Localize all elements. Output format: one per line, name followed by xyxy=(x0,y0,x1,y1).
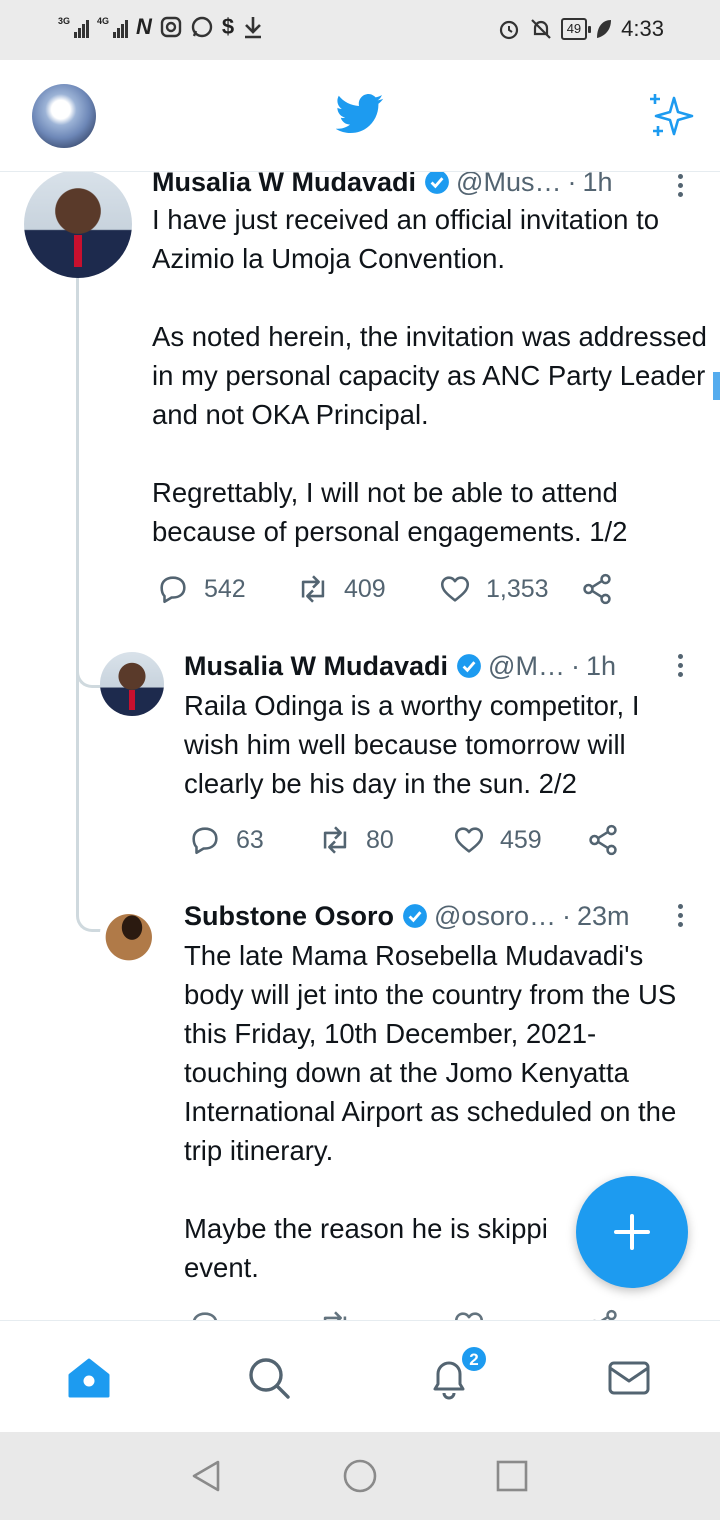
twitter-bird-icon[interactable] xyxy=(336,94,384,134)
scroll-indicator xyxy=(713,372,720,400)
whatsapp-icon xyxy=(191,16,213,38)
system-navigation-bar xyxy=(0,1432,720,1520)
more-options-icon[interactable] xyxy=(670,172,690,200)
author-name[interactable]: Musalia W Mudavadi xyxy=(184,650,448,682)
alarm-icon xyxy=(499,20,518,40)
avatar[interactable] xyxy=(24,172,132,278)
network-type-1: 3G xyxy=(58,16,71,26)
tweet-header: Musalia W Mudavadi @Mus… · 1h xyxy=(152,172,613,198)
status-time: 4:33 xyxy=(621,16,664,41)
retweet-button[interactable]: 409 xyxy=(296,572,438,606)
tweet-time[interactable]: 23m xyxy=(577,900,630,932)
home-circle-icon[interactable] xyxy=(342,1458,378,1494)
tweet-header: Substone Osoro @osoro… · 23m xyxy=(184,900,630,932)
author-handle: @Mus… xyxy=(456,172,562,197)
share-button[interactable] xyxy=(586,823,620,857)
retweet-icon xyxy=(323,826,347,854)
like-count: 1,353 xyxy=(486,574,549,603)
share-button[interactable] xyxy=(580,572,614,606)
instagram-icon xyxy=(160,16,182,38)
mute-icon xyxy=(530,19,551,39)
avatar[interactable] xyxy=(100,652,164,716)
heart-icon xyxy=(454,827,484,853)
avatar[interactable] xyxy=(100,902,164,966)
tweet-header: Musalia W Mudavadi @M… · 1h xyxy=(184,650,616,682)
like-button[interactable] xyxy=(452,1308,586,1320)
author-name[interactable]: Substone Osoro xyxy=(184,900,394,932)
reply-button[interactable] xyxy=(188,1308,318,1320)
reply-count: 63 xyxy=(236,825,264,854)
retweet-count: 409 xyxy=(344,574,386,603)
separator-dot: · xyxy=(570,651,580,681)
heart-icon xyxy=(440,576,470,602)
search-icon[interactable] xyxy=(246,1355,292,1401)
back-icon[interactable] xyxy=(188,1458,224,1494)
network-type-2: 4G xyxy=(97,16,110,26)
signal-icon: 3G xyxy=(58,16,89,38)
home-timeline[interactable]: Musalia W Mudavadi @Mus… · 1h I have jus… xyxy=(0,172,720,1320)
retweet-button[interactable]: 80 xyxy=(318,823,452,857)
compose-tweet-button[interactable] xyxy=(576,1176,688,1288)
sparkle-icon[interactable] xyxy=(646,90,696,140)
verified-badge-icon xyxy=(403,904,427,928)
messages-icon[interactable] xyxy=(606,1355,652,1401)
thread-connector xyxy=(76,732,104,932)
status-right: 49 4:33 xyxy=(497,16,664,42)
share-icon xyxy=(589,824,617,856)
author-handle: @M… xyxy=(488,651,565,681)
download-icon xyxy=(245,17,262,39)
like-button[interactable]: 1,353 xyxy=(438,572,580,606)
status-bar: 3G 4G N $ 49 4:33 xyxy=(0,0,720,60)
reply-button[interactable]: 63 xyxy=(188,823,318,857)
tweet-text: Raila Odinga is a worthy competitor, I w… xyxy=(184,690,640,799)
verified-badge-icon xyxy=(425,172,449,194)
separator-dot: · xyxy=(561,901,571,931)
retweet-icon xyxy=(323,1311,347,1320)
home-icon[interactable] xyxy=(66,1355,112,1401)
bottom-navigation: 2 xyxy=(0,1320,720,1432)
notifications-badge: 2 xyxy=(460,1345,488,1373)
leaf-icon xyxy=(597,20,612,38)
plus-icon xyxy=(614,1214,650,1250)
tweet-time[interactable]: 1h xyxy=(586,650,616,682)
separator-dot: · xyxy=(567,172,577,197)
retweet-count: 80 xyxy=(366,825,394,854)
top-app-bar xyxy=(0,60,720,172)
tweet-actions: 63 80 459 xyxy=(188,823,620,857)
battery-icon: 49 xyxy=(560,18,592,40)
tweet-time[interactable]: 1h xyxy=(582,172,612,198)
profile-avatar[interactable] xyxy=(32,84,96,148)
n-app-icon: N xyxy=(136,14,152,39)
reply-icon xyxy=(160,576,186,604)
reply-count: 542 xyxy=(204,574,246,603)
reply-button[interactable]: 542 xyxy=(156,572,296,606)
retweet-button[interactable] xyxy=(318,1308,452,1320)
share-icon xyxy=(583,573,611,605)
recents-icon[interactable] xyxy=(494,1458,530,1494)
more-options-icon[interactable] xyxy=(670,900,690,930)
more-options-icon[interactable] xyxy=(670,650,690,680)
like-button[interactable]: 459 xyxy=(452,823,586,857)
retweet-icon xyxy=(301,575,325,603)
reply-icon xyxy=(192,1312,218,1320)
share-button[interactable] xyxy=(586,1308,620,1320)
like-count: 459 xyxy=(500,825,542,854)
author-handle: @osoro… xyxy=(434,901,556,931)
verified-badge-icon xyxy=(457,654,481,678)
status-left: 3G 4G N $ xyxy=(58,14,264,40)
author-name[interactable]: Musalia W Mudavadi xyxy=(152,172,416,198)
reply-icon xyxy=(192,827,218,855)
signal-icon-2: 4G xyxy=(97,16,128,38)
tweet-actions xyxy=(188,1308,620,1320)
tweet-actions: 542 409 1,353 xyxy=(156,572,614,606)
s-app-icon: $ xyxy=(221,14,235,39)
share-icon xyxy=(592,1309,617,1320)
tweet-text: I have just received an official invitat… xyxy=(152,204,707,547)
heart-icon xyxy=(455,1312,483,1320)
